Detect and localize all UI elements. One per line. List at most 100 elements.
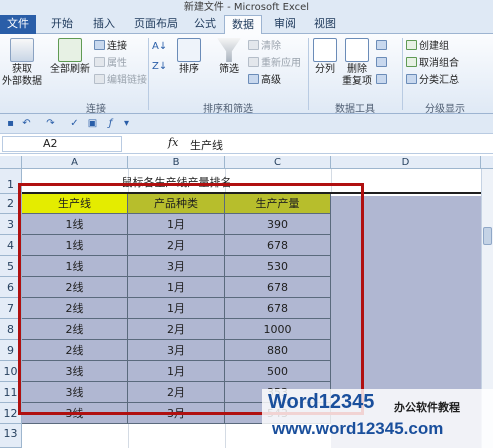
select-all-corner[interactable] [0,156,22,169]
spelling-icon[interactable]: ✓ [68,117,81,130]
table-cell[interactable]: 2线 [22,319,128,340]
row-header[interactable]: 5 [0,256,22,277]
tab-review[interactable]: 审阅 [268,15,302,34]
table-cell[interactable]: 1线 [22,235,128,256]
header-cell-output[interactable]: 生产产量 [225,194,331,214]
tab-page-layout[interactable]: 页面布局 [128,15,184,34]
ungroup-button[interactable]: 取消组合 [406,57,459,70]
properties-label: 属性 [107,58,127,69]
row-header[interactable]: 2 [0,194,22,214]
customize-qat-icon[interactable]: ▾ [120,117,133,130]
table-cell[interactable]: 3线 [22,361,128,382]
table-cell[interactable]: 2线 [22,277,128,298]
function-icon[interactable]: ƒ [104,117,117,130]
watermark-brand: Word12345 [268,391,375,413]
table-cell[interactable]: 2月 [128,319,225,340]
table-cell[interactable]: 678 [225,235,331,256]
sort-button[interactable]: 排序 [172,38,206,76]
tab-home[interactable]: 开始 [44,15,80,34]
consolidate-button[interactable] [376,57,389,70]
column-header-b[interactable]: B [128,156,225,169]
row-header[interactable]: 12 [0,403,22,424]
properties-button[interactable]: 属性 [94,57,127,70]
table-cell[interactable]: 2月 [128,382,225,403]
what-if-button[interactable] [376,74,389,87]
table-cell[interactable]: 500 [225,361,331,382]
connections-button[interactable]: 连接 [94,40,127,53]
column-header-d[interactable]: D [331,156,481,169]
table-cell[interactable]: 1月 [128,361,225,382]
row-header[interactable]: 9 [0,340,22,361]
row-header[interactable]: 8 [0,319,22,340]
edit-links-label: 编辑链接 [107,75,147,86]
table-cell[interactable]: 1月 [128,277,225,298]
subtotal-button[interactable]: 分类汇总 [406,74,459,87]
row-header[interactable]: 11 [0,382,22,403]
tab-formulas[interactable]: 公式 [188,15,222,34]
table-cell[interactable]: 3月 [128,403,225,424]
subtotal-icon [406,74,417,84]
table-cell[interactable]: 1月 [128,214,225,235]
row-header[interactable]: 13 [0,424,22,448]
table-cell[interactable]: 1线 [22,214,128,235]
redo-icon[interactable]: ↷ [44,117,57,130]
row-header[interactable]: 10 [0,361,22,382]
table-cell[interactable]: 3月 [128,256,225,277]
remove-duplicates-button[interactable]: 删除 重复项 [340,38,374,88]
print-preview-icon[interactable]: ▣ [86,117,99,130]
table-cell[interactable]: 1月 [128,298,225,319]
table-cell[interactable]: 678 [225,277,331,298]
column-header-a[interactable]: A [22,156,128,169]
table-cell[interactable]: 530 [225,256,331,277]
save-icon[interactable]: ▪ [4,117,17,130]
watermark: Word12345 办公软件教程 www.word12345.com [262,389,493,448]
tab-data[interactable]: 数据 [224,15,262,35]
reapply-button[interactable]: 重新应用 [248,57,301,70]
undo-icon[interactable]: ↶ [20,117,33,130]
name-box[interactable]: A2 [2,136,122,152]
group-divider [308,38,309,110]
group-label: 创建组 [419,41,449,52]
data-validation-button[interactable] [376,40,389,53]
table-cell[interactable]: 1线 [22,256,128,277]
header-cell-line[interactable]: 生产线 [22,194,128,214]
table-cell[interactable]: 1000 [225,319,331,340]
get-data-label-1: 获取 [12,64,32,75]
tab-view[interactable]: 视图 [308,15,342,34]
text-to-columns-button[interactable]: 分列 [310,38,340,76]
table-cell[interactable]: 678 [225,298,331,319]
table-cell[interactable]: 3月 [128,340,225,361]
advanced-button[interactable]: 高级 [248,74,281,87]
table-cell[interactable]: 2月 [128,235,225,256]
header-cell-product[interactable]: 产品种类 [128,194,225,214]
table-cell[interactable]: 2线 [22,298,128,319]
row-header[interactable]: 3 [0,214,22,235]
scrollbar-thumb[interactable] [483,227,492,245]
row-header[interactable]: 1 [0,169,22,194]
filter-button[interactable]: 筛选 [212,38,246,76]
row-header[interactable]: 7 [0,298,22,319]
row-header[interactable]: 4 [0,235,22,256]
table-cell[interactable]: 2线 [22,340,128,361]
table-cell[interactable]: 3线 [22,403,128,424]
table-cell[interactable]: 390 [225,214,331,235]
tab-insert[interactable]: 插入 [86,15,122,34]
sheet-title-cell[interactable]: 鼠标各生产线产量排名 [22,174,331,190]
insert-function-icon[interactable]: fx [168,136,178,149]
column-header-c[interactable]: C [225,156,331,169]
ribbon-tab-bar: 文件 开始 插入 页面布局 公式 数据 审阅 视图 [0,12,493,35]
get-external-data-button[interactable]: 获取 外部数据 [2,38,42,88]
gridline [128,424,129,448]
formula-input[interactable]: 生产线 [190,137,223,153]
edit-links-button[interactable]: 编辑链接 [94,74,147,87]
table-cell[interactable]: 880 [225,340,331,361]
tab-file[interactable]: 文件 [0,15,36,34]
sort-ascending-button[interactable]: A↓ [152,40,167,53]
clear-button[interactable]: 清除 [248,40,281,53]
sort-descending-button[interactable]: Z↓ [152,60,167,73]
row-header[interactable]: 6 [0,277,22,298]
group-button[interactable]: 创建组 [406,40,449,53]
table-cell[interactable]: 3线 [22,382,128,403]
refresh-all-button[interactable]: 全部刷新 [48,38,92,76]
get-data-label-2: 外部数据 [2,76,42,87]
